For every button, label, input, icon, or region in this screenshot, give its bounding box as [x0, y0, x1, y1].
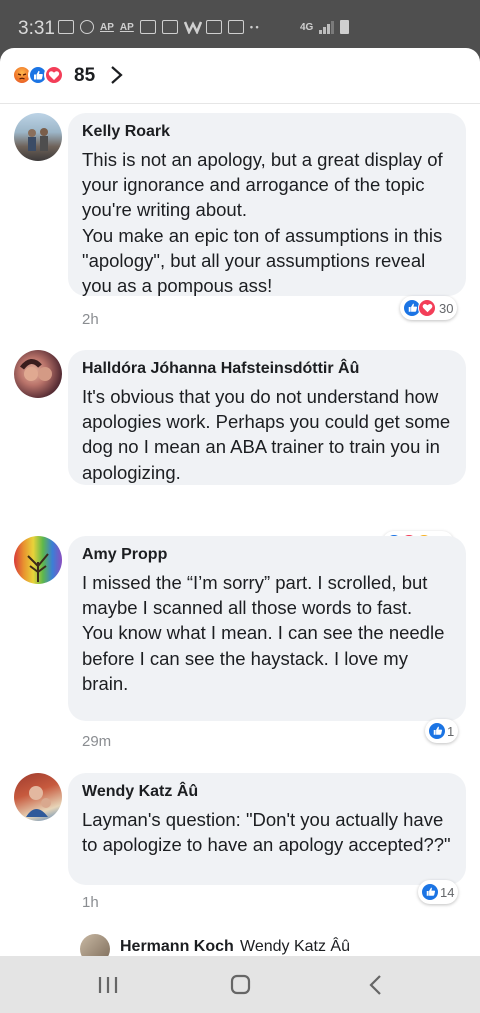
- like-reaction-icon: [428, 722, 446, 740]
- status-bar: 3:31 AP AP • • 4G: [0, 0, 480, 48]
- home-icon[interactable]: [220, 970, 260, 1000]
- reply-preview[interactable]: Hermann Koch Wendy Katz Âû: [80, 932, 480, 956]
- comment-reactions[interactable]: 30: [400, 296, 458, 320]
- missed-call-icon: [80, 20, 94, 34]
- reply-target[interactable]: Wendy Katz Âû: [240, 938, 350, 956]
- browser-icon: [227, 20, 244, 34]
- comment-bubble[interactable]: Kelly Roark This is not an apology, but …: [68, 113, 466, 296]
- status-time: 3:31: [18, 18, 55, 39]
- comments-sheet: 85 Kelly Roark This is not an apology, b…: [0, 48, 480, 956]
- notification-icons: AP AP • •: [58, 20, 259, 36]
- love-reaction-icon: [418, 299, 436, 317]
- reactions-summary-header[interactable]: 85: [0, 48, 480, 104]
- comment-author[interactable]: Kelly Roark: [82, 122, 452, 142]
- comment-bubble[interactable]: Halldóra Jóhanna Hafsteinsdóttir Âû It's…: [68, 350, 466, 485]
- chevron-right-icon[interactable]: [106, 64, 126, 86]
- comment-author[interactable]: Wendy Katz Âû: [82, 782, 452, 802]
- comment-reactions[interactable]: 14: [418, 880, 459, 904]
- recent-apps-icon[interactable]: [88, 970, 128, 1000]
- avatar[interactable]: [14, 350, 62, 398]
- ap-news-icon: AP: [100, 21, 114, 33]
- reaction-count: 14: [440, 884, 455, 900]
- avatar[interactable]: [14, 773, 62, 821]
- android-nav-bar: [0, 956, 480, 1013]
- photo-icon: [139, 20, 156, 34]
- reaction-count: 30: [439, 300, 454, 316]
- battery-icon: [340, 20, 350, 34]
- gallery-icon: [205, 20, 222, 34]
- reaction-total-count: 85: [74, 65, 96, 86]
- avatar[interactable]: [14, 113, 62, 161]
- comment-author[interactable]: Amy Propp: [82, 545, 452, 565]
- network-type: 4G: [300, 21, 314, 33]
- avatar[interactable]: [80, 934, 110, 956]
- comment-text: Layman's question: "Don't you actually h…: [82, 809, 451, 856]
- reply-author[interactable]: Hermann Koch: [120, 938, 234, 956]
- comment-text: This is not an apology, but a great disp…: [82, 149, 443, 297]
- more-dots-icon: • •: [249, 22, 259, 32]
- comment-reactions[interactable]: 1: [425, 719, 459, 743]
- like-reaction-icon: [421, 883, 439, 901]
- comment-timestamp: 1h: [82, 894, 99, 911]
- comment-text: It's obvious that you do not understand …: [82, 386, 451, 483]
- avatar[interactable]: [14, 536, 62, 584]
- reaction-count: 1: [447, 723, 455, 739]
- reaction-icons: [12, 65, 64, 85]
- system-status-icons: 4G: [300, 20, 350, 34]
- w-icon: [183, 20, 202, 36]
- message-icon: [58, 20, 74, 34]
- news-icon: [161, 20, 178, 34]
- comment-timestamp: 29m: [82, 733, 112, 750]
- back-icon[interactable]: [356, 970, 396, 1000]
- signal-icon: [319, 20, 335, 34]
- comment-text: I missed the “I’m sorry” part. I scrolle…: [82, 572, 445, 694]
- comment-bubble[interactable]: Amy Propp I missed the “I’m sorry” part.…: [68, 536, 466, 721]
- ap-news-icon: AP: [119, 21, 134, 33]
- comment-bubble[interactable]: Wendy Katz Âû Layman's question: "Don't …: [68, 773, 466, 885]
- love-reaction-icon: [44, 65, 64, 85]
- comment-author[interactable]: Halldóra Jóhanna Hafsteinsdóttir Âû: [82, 359, 452, 379]
- comment-timestamp: 2h: [82, 311, 99, 328]
